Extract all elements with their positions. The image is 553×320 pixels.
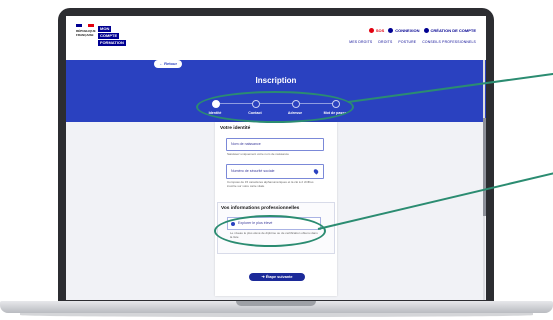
location-pin-icon	[312, 168, 320, 175]
sos-link[interactable]: SOS	[368, 28, 385, 34]
birth-name-field[interactable]: Nom de naissance	[226, 138, 324, 151]
back-button[interactable]: ← Retour	[154, 60, 182, 68]
nav-item-posture[interactable]: POSTURE	[398, 40, 416, 44]
create-account-link[interactable]: CRÉATION DE COMPTE	[423, 28, 476, 34]
laptop-screen: RÉPUBLIQUE FRANÇAISE MON COMPTE FORMATIO…	[66, 16, 486, 300]
nav-item-conseils[interactable]: CONSEILS PROFESSIONNELS	[422, 40, 476, 44]
back-label: Retour	[164, 61, 177, 66]
republique-text: RÉPUBLIQUE FRANÇAISE	[76, 29, 96, 37]
sos-label: SOS	[375, 28, 385, 33]
alert-icon	[368, 28, 374, 34]
page-title: Inscription	[255, 76, 297, 85]
birth-name-hint: Saisissez uniquement votre nom de naissa…	[227, 152, 289, 156]
login-link[interactable]: CONNEXION	[388, 28, 420, 34]
user-icon	[388, 28, 394, 34]
republique-francaise-logo[interactable]: RÉPUBLIQUE FRANÇAISE	[76, 24, 96, 48]
brand-line-3: FORMATION	[98, 40, 126, 46]
pro-section-title: Vos informations professionnelles	[221, 206, 300, 211]
site-header: RÉPUBLIQUE FRANÇAISE MON COMPTE FORMATIO…	[66, 16, 486, 60]
laptop-shadow	[20, 313, 533, 317]
flag-icon	[76, 24, 94, 27]
identity-section-title: Votre identité	[220, 126, 251, 131]
stepper-highlight-oval	[196, 91, 354, 123]
nav-item-droits[interactable]: DROITS	[378, 40, 392, 44]
login-label: CONNEXION	[395, 28, 420, 33]
next-step-button[interactable]: ➔ Étape suivante	[249, 273, 305, 281]
arrow-right-icon: ➔	[261, 275, 265, 279]
nav-item-mes-droits[interactable]: MES DROITS	[349, 40, 372, 44]
scrollbar-thumb[interactable]	[483, 118, 486, 216]
create-account-label: CRÉATION DE COMPTE	[430, 28, 476, 33]
registration-form: Votre identité Nom de naissance Saisisse…	[215, 122, 337, 296]
brand-logo[interactable]: MON COMPTE FORMATION	[98, 26, 128, 48]
arrow-left-icon: ←	[158, 61, 163, 66]
add-user-icon	[423, 28, 429, 34]
social-security-hint: Composé de 15 caractères alphanumériques…	[227, 180, 314, 188]
main-nav: MES DROITS DROITS POSTURE CONSEILS PROFE…	[349, 40, 476, 44]
top-links: SOS CONNEXION CRÉATION DE COMPTE	[368, 28, 476, 34]
diploma-highlight-oval	[214, 215, 326, 247]
brand-line-2: COMPTE	[98, 33, 120, 39]
social-security-label: Numéro de sécurité sociale	[231, 169, 275, 173]
brand-line-1: MON	[98, 26, 112, 32]
laptop-notch	[236, 301, 316, 306]
birth-name-label: Nom de naissance	[231, 142, 261, 146]
social-security-field[interactable]: Numéro de sécurité sociale	[226, 164, 324, 179]
next-step-label: Étape suivante	[265, 275, 293, 279]
